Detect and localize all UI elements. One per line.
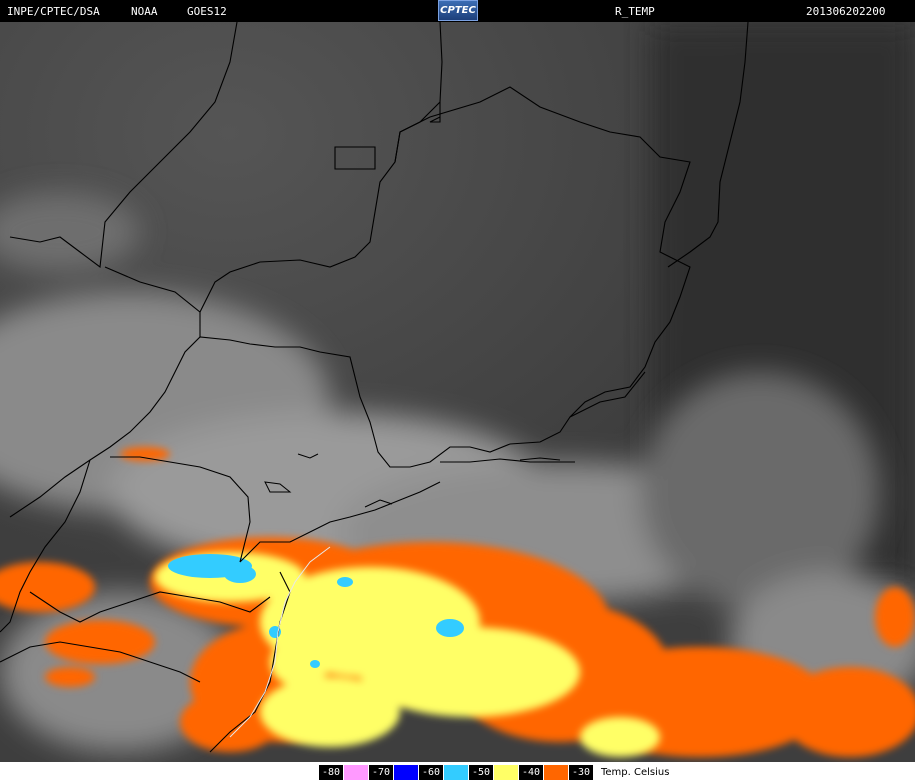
legend-swatch-3 <box>444 765 468 780</box>
satellite-image <box>0 21 915 762</box>
legend-swatch-5 <box>544 765 568 780</box>
legend-unit: Temp. Celsius <box>601 767 670 778</box>
cptec-logo-icon: CPTEC <box>438 0 478 21</box>
product-label: R_TEMP <box>615 5 655 18</box>
legend-label-2: -70 <box>369 765 393 780</box>
legend-label-6: -30 <box>569 765 593 780</box>
legend-label-3: -60 <box>419 765 443 780</box>
legend-swatch-1 <box>344 765 368 780</box>
legend-label-1: -80 <box>319 765 343 780</box>
legend-label-5: -40 <box>519 765 543 780</box>
temperature-legend: -80 -70 -60 -50 -40 -30 Temp. Celsius <box>0 762 915 782</box>
header-bar: INPE/CPTEC/DSA NOAA GOES12 CPTEC R_TEMP … <box>0 0 915 22</box>
satellite-map <box>0 21 915 762</box>
legend-swatch-2 <box>394 765 418 780</box>
source-label: NOAA <box>131 5 158 18</box>
agency-label: INPE/CPTEC/DSA <box>7 5 100 18</box>
legend-swatch-4 <box>494 765 518 780</box>
datetime-label: 201306202200 <box>806 5 886 18</box>
satellite-label: GOES12 <box>187 5 227 18</box>
legend-label-4: -50 <box>469 765 493 780</box>
